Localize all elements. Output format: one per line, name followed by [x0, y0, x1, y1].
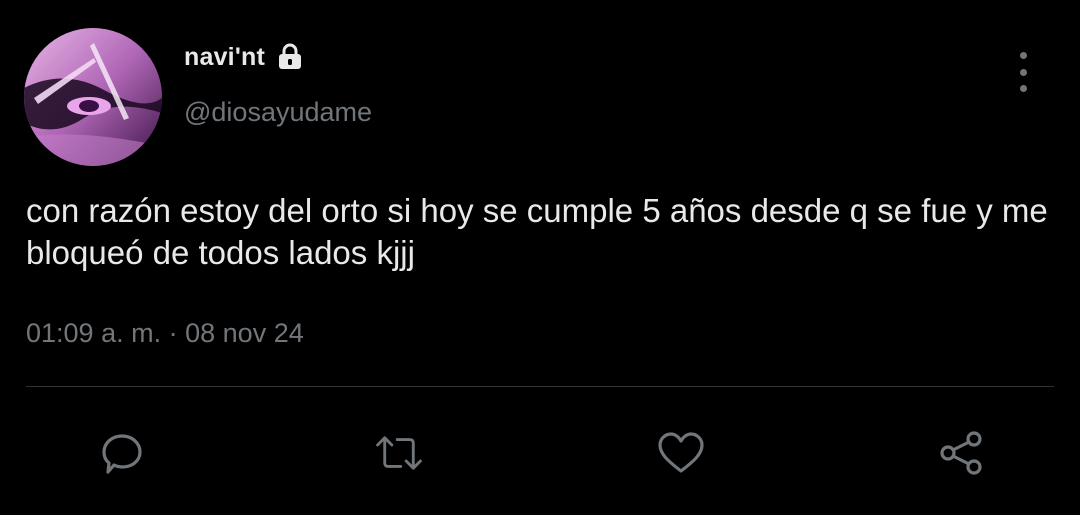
avatar-image [24, 28, 162, 166]
more-vertical-icon [1019, 52, 1027, 59]
share-icon [940, 431, 982, 475]
lock-icon [275, 42, 305, 72]
divider [26, 386, 1054, 387]
heart-icon [658, 432, 704, 473]
reply-button[interactable] [97, 428, 147, 478]
reply-icon [102, 434, 142, 474]
retweet-button[interactable] [374, 428, 424, 478]
like-button[interactable] [656, 428, 706, 478]
retweet-icon [376, 436, 422, 470]
avatar[interactable] [24, 28, 162, 166]
handle[interactable]: @diosayudame [184, 97, 372, 128]
tweet-date: 08 nov 24 [185, 318, 304, 348]
tweet-card: navi'nt @diosayudame con razón estoy del… [0, 0, 1080, 515]
more-vertical-icon-dot [1019, 68, 1027, 76]
display-name-row: navi'nt [184, 42, 305, 72]
more-options-button[interactable] [1008, 52, 1038, 92]
tweet-timestamp[interactable]: 01:09 a. m. · 08 nov 24 [26, 318, 304, 349]
tweet-time: 01:09 a. m. [26, 318, 162, 348]
share-button[interactable] [936, 428, 986, 478]
more-vertical-icon-dot [1019, 85, 1027, 92]
meta-separator: · [168, 318, 178, 348]
display-name[interactable]: navi'nt [184, 43, 265, 72]
tweet-text: con razón estoy del orto si hoy se cumpl… [26, 192, 1048, 271]
